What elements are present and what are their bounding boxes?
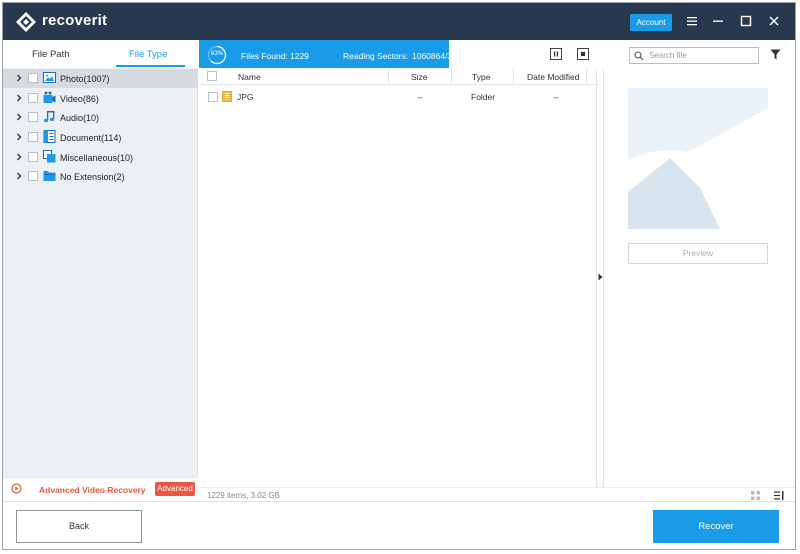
tree-item-label: Video(86) [60,94,99,104]
scan-progress-percent: 63% [210,51,223,57]
row-size: -- [417,92,423,102]
active-tab-indicator [116,65,185,67]
tab-file-type[interactable]: File Type [129,49,167,60]
audio-icon [43,111,55,123]
document-icon [43,130,56,143]
no-extension-icon [43,171,56,181]
chevron-right-icon[interactable] [15,172,23,180]
menu-icon[interactable] [684,13,700,29]
recoverit-logo-icon [16,12,36,32]
select-all-checkbox[interactable] [207,71,217,81]
file-table: Name Size Type Date Modified JPG -- Fold… [199,68,596,487]
tree-item-video[interactable]: Video(86) [3,89,198,108]
row-date-modified: -- [553,92,559,102]
tree-item-no-extension[interactable]: No Extension(2) [3,167,198,186]
title-bar: recoverit Account [3,3,795,40]
advanced-video-recovery-bar[interactable]: Advanced Video Recovery Advanced [3,477,198,499]
video-recovery-icon [11,483,22,494]
tree-checkbox[interactable] [28,152,38,162]
scan-progress-bar: 63% Files Found: 1229 Reading Sectors: 1… [199,40,599,68]
tree-checkbox[interactable] [28,112,38,122]
tree-checkbox[interactable] [28,171,38,181]
video-icon [43,91,56,103]
grid-view-icon[interactable] [751,491,760,500]
minimize-icon[interactable] [710,13,726,29]
advanced-video-recovery-label[interactable]: Advanced Video Recovery [39,485,146,495]
column-header-date-modified[interactable]: Date Modified [527,72,579,82]
tree-item-document[interactable]: Document(114) [3,128,198,147]
list-view-icon[interactable] [774,491,784,500]
tree-checkbox[interactable] [28,73,38,83]
chevron-right-icon[interactable] [15,153,23,161]
row-type: Folder [471,92,496,102]
stop-icon[interactable] [577,48,589,60]
column-divider [513,68,514,85]
chevron-right-icon[interactable] [15,74,23,82]
advanced-badge: Advanced [155,482,195,496]
caret-right-icon[interactable] [598,273,603,281]
tree-checkbox[interactable] [28,132,38,142]
reading-sectors-label: Reading Sectors: [343,51,409,61]
back-button[interactable]: Back [16,510,142,543]
maximize-icon[interactable] [738,13,754,29]
column-header-name[interactable]: Name [238,72,261,82]
item-count-summary: 1229 items, 3.02 GB [207,491,280,500]
reading-sectors-value: 1060864/3854201 [412,51,481,61]
preview-collapse-handle[interactable] [596,68,604,487]
table-row[interactable]: JPG -- Folder -- [199,88,596,105]
chevron-right-icon[interactable] [15,113,23,121]
preview-button[interactable]: Preview [628,243,768,264]
account-button[interactable]: Account [630,14,672,31]
column-divider [586,68,587,85]
footer: Back Recover [3,501,795,549]
row-checkbox[interactable] [208,92,218,102]
column-divider [451,68,452,85]
tree-item-label: Document(114) [60,133,122,143]
tab-file-path[interactable]: File Path [32,49,70,60]
tree-checkbox[interactable] [28,93,38,103]
preview-panel: Preview [604,68,795,487]
chevron-right-icon[interactable] [15,94,23,102]
row-name: JPG [237,92,254,102]
pause-icon[interactable] [550,48,562,60]
search-icon [634,51,644,61]
tree-item-miscellaneous[interactable]: Miscellaneous(10) [3,148,198,167]
search-input[interactable] [649,49,754,62]
files-found-value: 1229 [290,51,309,61]
app-window: recoverit Account File Path File Type Ph… [2,2,796,550]
column-divider [388,68,389,85]
column-header-type[interactable]: Type [472,72,490,82]
close-icon[interactable] [766,13,782,29]
tree-item-label: Miscellaneous(10) [60,153,134,163]
tree-item-label: No Extension(2) [60,172,125,182]
tree-item-photo[interactable]: Photo(1007) [3,69,198,88]
filter-icon[interactable] [770,49,781,60]
files-found-label: Files Found: [241,51,288,61]
column-header-size[interactable]: Size [411,72,428,82]
tree-item-label: Audio(10) [60,113,100,123]
folder-icon [222,91,232,102]
status-bar: 1229 items, 3.02 GB [199,487,795,501]
photo-icon [43,72,56,83]
tree-item-audio[interactable]: Audio(10) [3,108,198,127]
table-header: Name Size Type Date Modified [199,68,596,85]
image-placeholder-icon [628,88,768,229]
miscellaneous-icon [43,150,56,163]
chevron-right-icon[interactable] [15,133,23,141]
brand-name: recoverit [42,12,108,29]
tree-item-label: Photo(1007) [60,74,110,84]
sidebar: File Path File Type Photo(1007) Video(86… [3,40,198,487]
search-box[interactable] [629,47,759,64]
recover-button[interactable]: Recover [653,510,779,543]
sidebar-tabs: File Path File Type [3,40,198,68]
